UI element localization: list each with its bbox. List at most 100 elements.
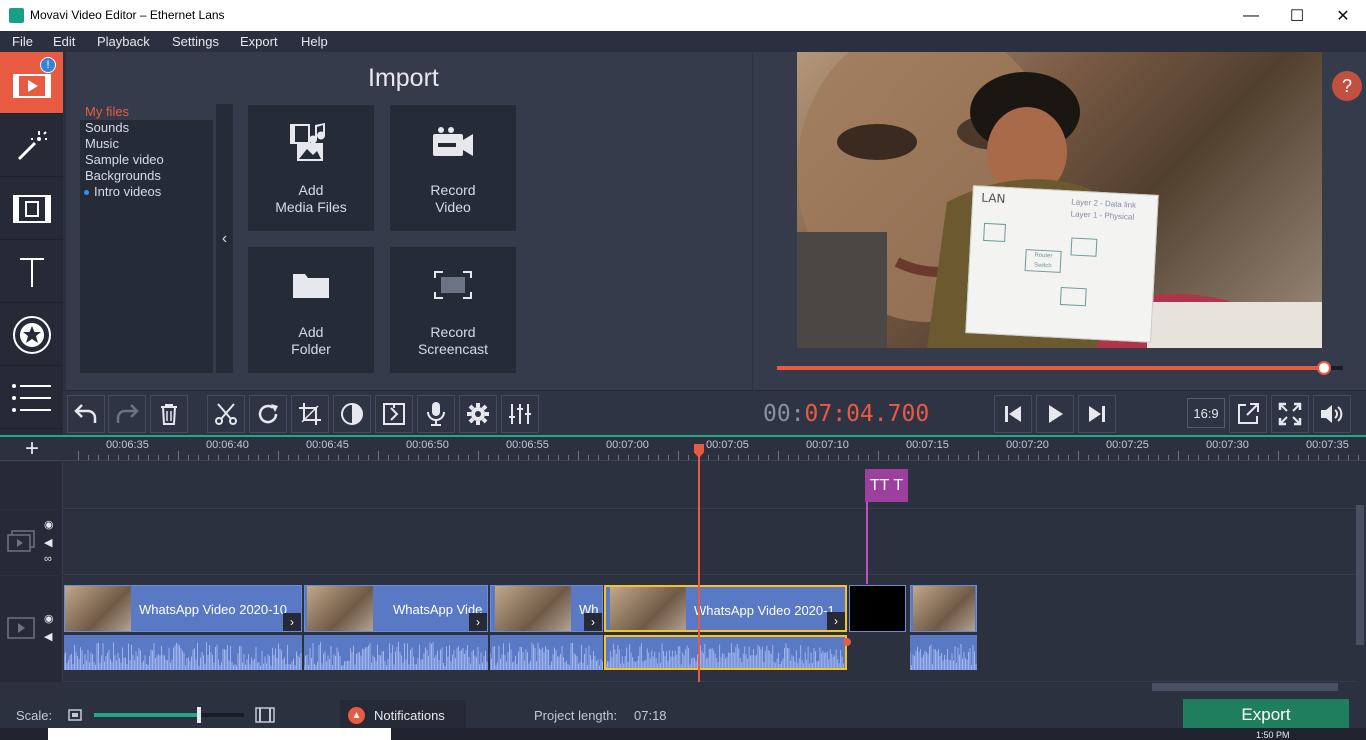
- category-my-files[interactable]: My files: [80, 104, 213, 120]
- ruler-tick-mark: [1138, 455, 1139, 460]
- menu-playback[interactable]: Playback: [97, 34, 150, 49]
- ruler-tick-mark: [1298, 455, 1299, 460]
- alert-badge: !: [40, 57, 56, 73]
- help-button[interactable]: ?: [1332, 71, 1362, 101]
- sidebar-stickers-tab[interactable]: [0, 304, 63, 366]
- seekbar-handle[interactable]: [1317, 361, 1332, 375]
- sidebar-import-tab[interactable]: !: [0, 52, 63, 114]
- menu-edit[interactable]: Edit: [53, 34, 75, 49]
- transition-marker-icon[interactable]: ›: [283, 613, 301, 631]
- detach-preview-button[interactable]: [1229, 395, 1267, 433]
- redo-button[interactable]: [108, 395, 146, 433]
- video-clip[interactable]: [910, 585, 977, 632]
- ruler-tick-mark: [728, 455, 729, 460]
- category-backgrounds[interactable]: Backgrounds: [80, 168, 213, 184]
- crop-button[interactable]: [291, 395, 329, 433]
- clip-properties-button[interactable]: [459, 395, 497, 433]
- title-clip[interactable]: TT T: [865, 469, 908, 502]
- ruler-tick-mark: [668, 455, 669, 460]
- sidebar-filters-tab[interactable]: [0, 115, 63, 177]
- ruler-tick-mark: [538, 455, 539, 460]
- next-frame-button[interactable]: [1078, 395, 1116, 433]
- timeline-vertical-scrollbar[interactable]: [1356, 505, 1364, 645]
- scale-slider-handle[interactable]: [197, 707, 201, 723]
- link-icon[interactable]: ∞: [44, 553, 52, 565]
- ruler-tick-mark: [618, 455, 619, 460]
- stickers-icon: [12, 315, 51, 354]
- video-clip-selected[interactable]: WhatsApp Video 2020-1 ›: [604, 585, 847, 632]
- aspect-ratio-button[interactable]: 16:9: [1187, 398, 1225, 428]
- split-button[interactable]: [207, 395, 245, 433]
- window-titlebar: Movavi Video Editor – Ethernet Lans — ☐ …: [0, 0, 1366, 31]
- add-folder-button[interactable]: Add Folder: [248, 247, 374, 373]
- mute-icon[interactable]: ◀: [44, 536, 52, 549]
- title-track[interactable]: [64, 462, 1356, 509]
- menu-file[interactable]: File: [12, 34, 33, 49]
- category-intro-videos[interactable]: Intro videos: [80, 184, 213, 200]
- ruler-tick-mark: [878, 451, 879, 460]
- previous-frame-button[interactable]: [994, 395, 1032, 433]
- menu-help[interactable]: Help: [301, 34, 328, 49]
- minimize-button[interactable]: —: [1228, 0, 1274, 31]
- audio-properties-button[interactable]: [501, 395, 539, 433]
- transition-marker-icon[interactable]: ›: [584, 613, 602, 631]
- sidebar-titles-tab[interactable]: [0, 241, 63, 303]
- preview-seekbar[interactable]: [777, 361, 1343, 375]
- transition-marker-icon[interactable]: ›: [827, 612, 845, 630]
- overlay-track[interactable]: [64, 510, 1356, 575]
- audio-waveform[interactable]: [304, 635, 488, 670]
- audio-waveform-selected[interactable]: [604, 635, 847, 670]
- ruler-tick-label: 00:07:25: [1106, 439, 1149, 451]
- category-sounds[interactable]: Sounds: [80, 120, 213, 136]
- eye-icon[interactable]: ◉: [44, 612, 54, 625]
- record-voice-button[interactable]: [417, 395, 455, 433]
- category-music[interactable]: Music: [80, 136, 213, 152]
- close-button[interactable]: ✕: [1320, 0, 1366, 31]
- timeline-ruler[interactable]: + 00:06:35 00:06:40 00:06:45 00:06:50 00:06:…: [0, 435, 1366, 463]
- record-screencast-button[interactable]: Record Screencast: [390, 247, 516, 373]
- ruler-tick-mark: [298, 455, 299, 460]
- volume-keyframe[interactable]: [843, 638, 851, 646]
- ruler-tick-mark: [148, 455, 149, 460]
- zoom-out-icon[interactable]: [68, 709, 82, 721]
- fullscreen-button[interactable]: [1271, 395, 1309, 433]
- rotate-button[interactable]: [249, 395, 287, 433]
- video-clip[interactable]: WhatsApp Vide ›: [304, 585, 488, 632]
- mute-icon[interactable]: ◀: [44, 630, 52, 643]
- playhead[interactable]: [694, 444, 704, 682]
- record-video-button[interactable]: Record Video: [390, 105, 516, 231]
- black-clip[interactable]: [849, 585, 906, 632]
- ruler-tick-mark: [578, 451, 579, 460]
- scale-slider[interactable]: [94, 707, 244, 723]
- timeline-horizontal-scrollbar[interactable]: [1152, 683, 1338, 691]
- taskbar-search-box[interactable]: [48, 728, 391, 740]
- transition-marker-icon[interactable]: ›: [469, 613, 487, 631]
- zoom-in-icon[interactable]: [255, 707, 275, 723]
- maximize-button[interactable]: ☐: [1274, 0, 1320, 31]
- sidebar-transitions-tab[interactable]: [0, 178, 63, 240]
- add-media-files-button[interactable]: Add Media Files: [248, 105, 374, 231]
- category-sample-video[interactable]: Sample video: [80, 152, 213, 168]
- video-clip[interactable]: Wh ›: [490, 585, 603, 632]
- collapse-panel-button[interactable]: ‹: [216, 104, 233, 373]
- clip-name: WhatsApp Video 2020-10: [139, 602, 287, 617]
- undo-button[interactable]: [67, 395, 105, 433]
- color-adjust-button[interactable]: [333, 395, 371, 433]
- notifications-button[interactable]: ▲ Notifications: [340, 700, 466, 730]
- ruler-tick-label: 00:07:30: [1206, 439, 1249, 451]
- ruler-tick-mark: [1018, 455, 1019, 460]
- audio-waveform[interactable]: [490, 635, 603, 670]
- audio-waveform[interactable]: [64, 635, 302, 670]
- sidebar-more-tab[interactable]: [0, 367, 63, 429]
- menu-settings[interactable]: Settings: [172, 34, 219, 49]
- export-button[interactable]: Export: [1183, 699, 1349, 731]
- video-clip[interactable]: WhatsApp Video 2020-10 ›: [64, 585, 302, 632]
- transition-wizard-button[interactable]: [375, 395, 413, 433]
- volume-button[interactable]: [1313, 395, 1351, 433]
- add-track-button[interactable]: +: [20, 435, 44, 463]
- eye-icon[interactable]: ◉: [44, 518, 54, 531]
- play-button[interactable]: [1036, 395, 1074, 433]
- delete-button[interactable]: [150, 395, 188, 433]
- audio-waveform[interactable]: [910, 635, 977, 670]
- menu-export[interactable]: Export: [240, 34, 278, 49]
